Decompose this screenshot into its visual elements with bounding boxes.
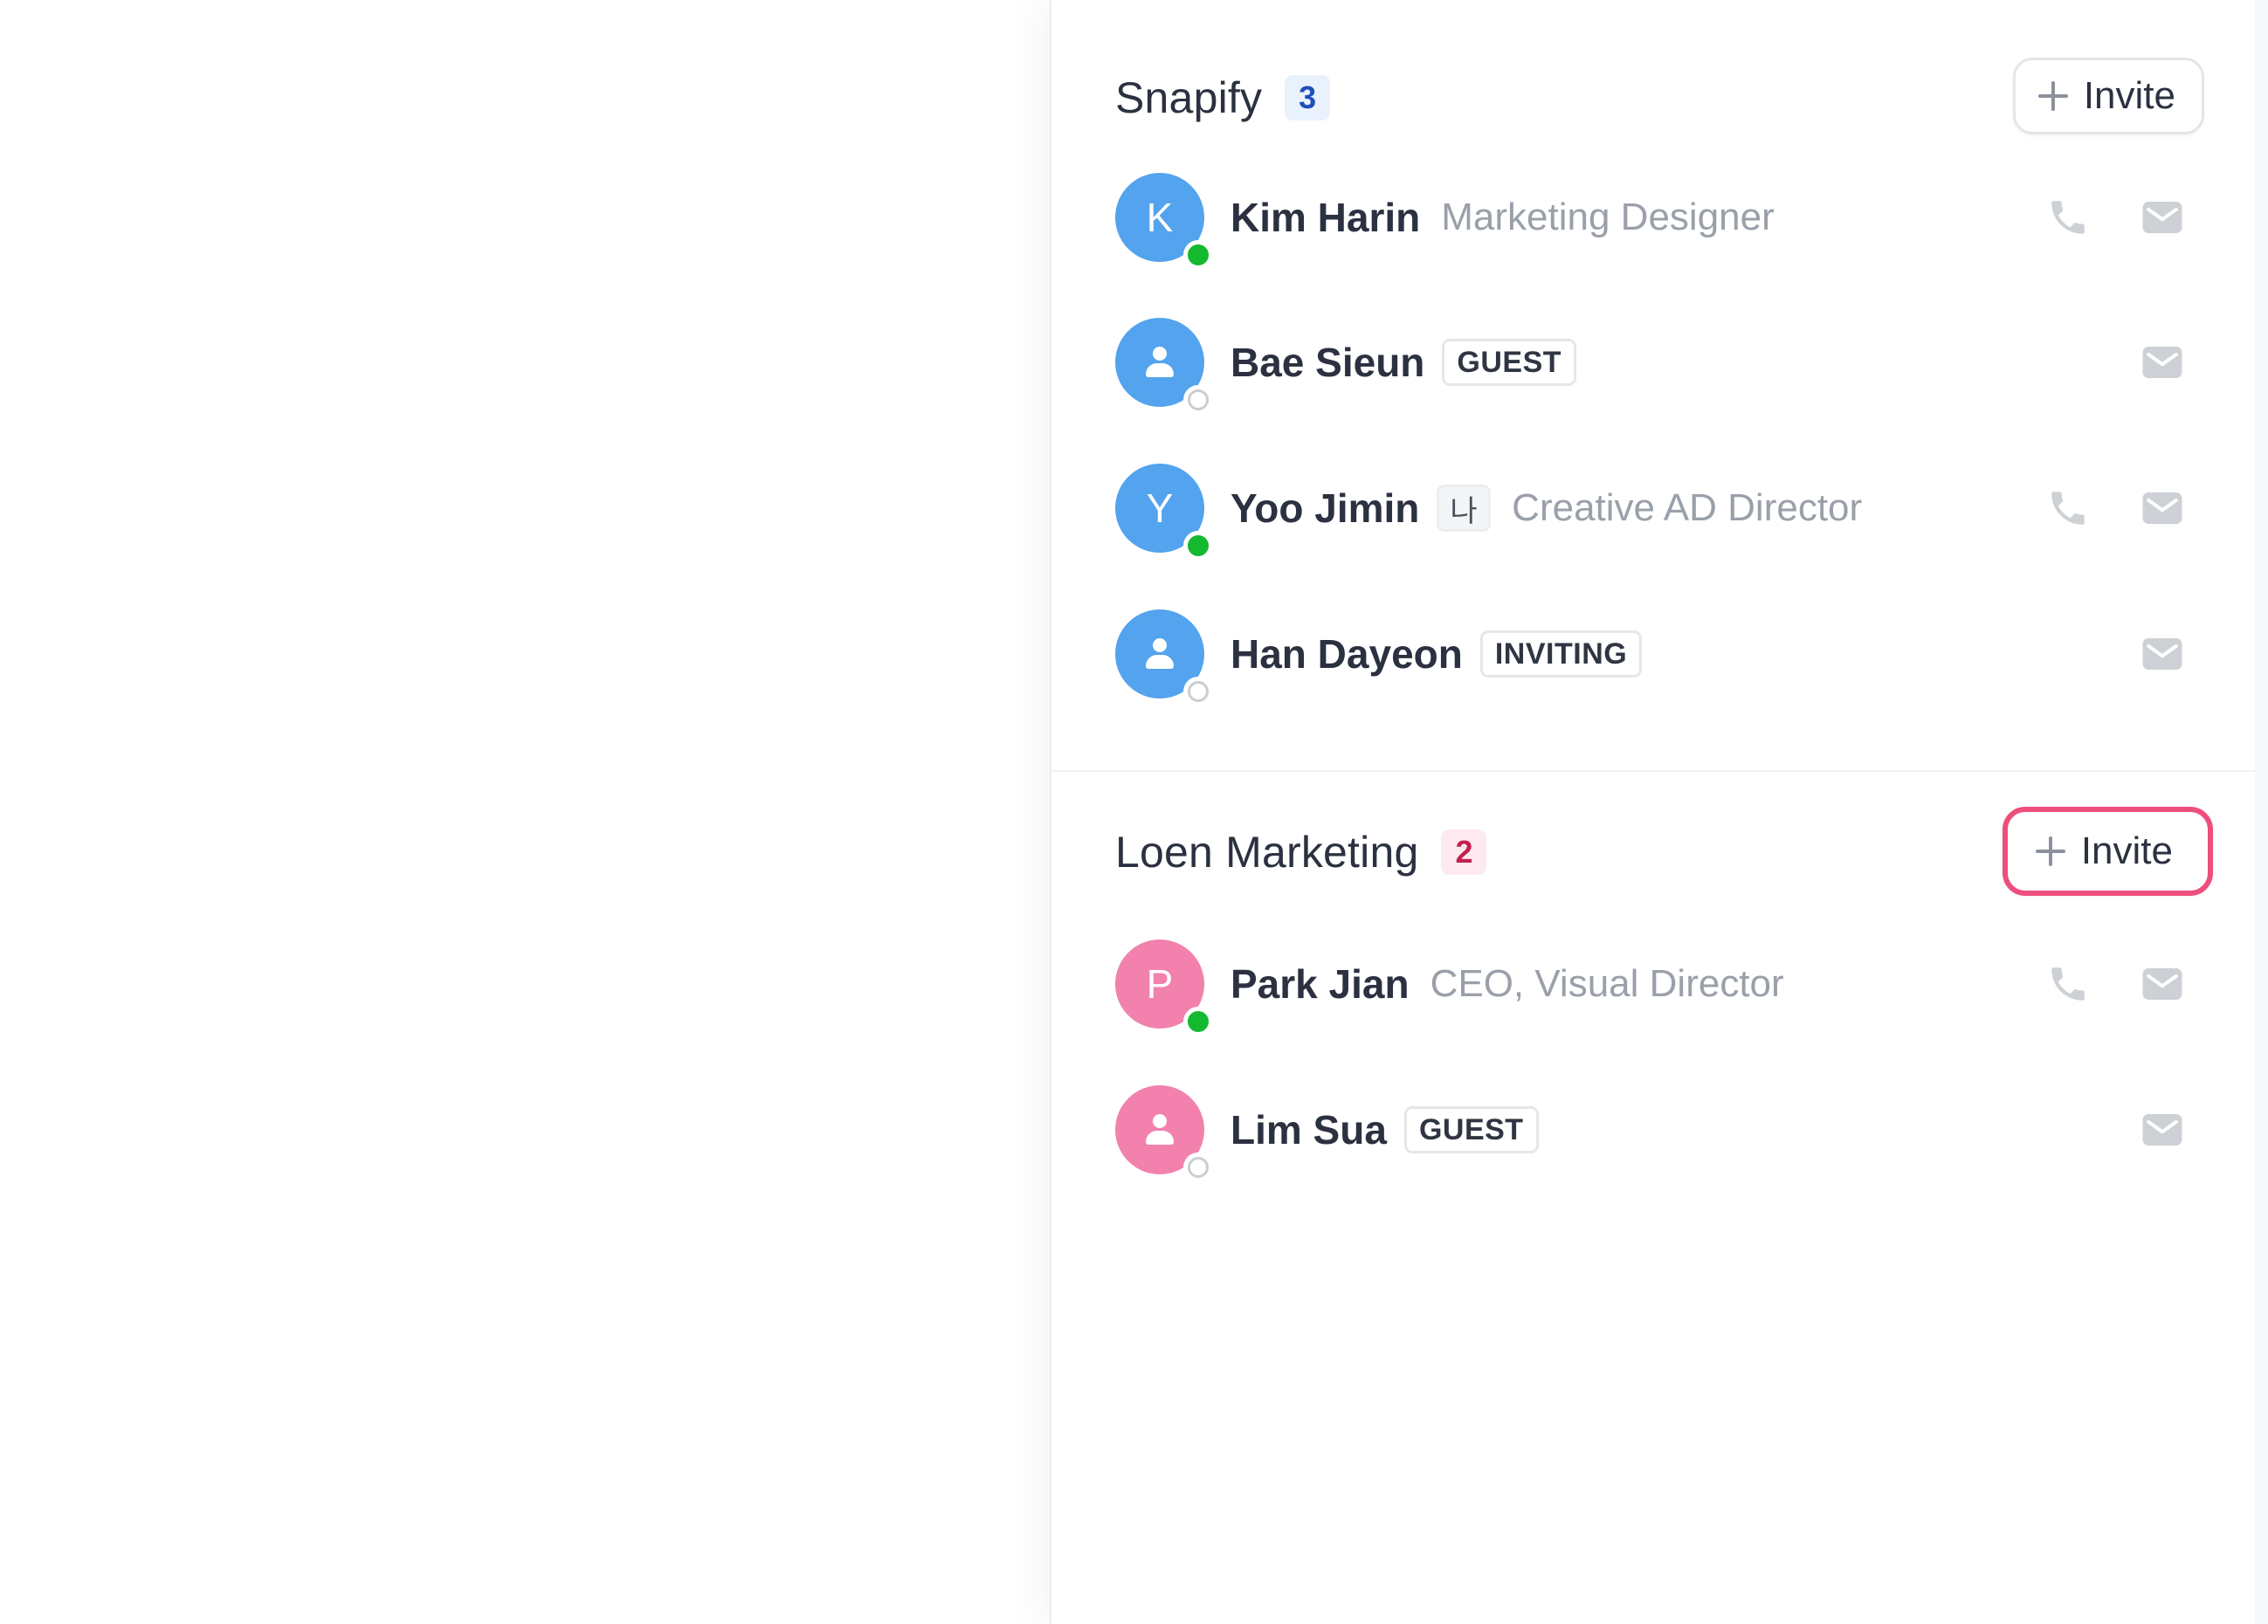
mail-icon[interactable] [2136,482,2189,534]
avatar-initial: K [1146,195,1174,240]
member-role: Creative AD Director [1512,486,1863,529]
team-section-snapify: Snapify 3 Invite K Kim Harin Marketing D… [1051,0,2257,772]
members-panel: Snapify 3 Invite K Kim Harin Marketing D… [1050,0,2257,1624]
offline-status-icon [1183,385,1213,415]
mail-icon[interactable] [2136,958,2189,1010]
avatar: Y [1115,464,1213,561]
invite-button[interactable]: Invite [2002,807,2213,896]
invite-button-label: Invite [2080,829,2173,872]
phone-icon[interactable] [2042,482,2094,534]
member-name: Yoo Jimin [1231,485,1420,531]
person-icon [1142,637,1177,671]
team-section-loen-marketing: Loen Marketing 2 Invite P Park Jian CEO,… [1051,774,2257,1624]
avatar: P [1115,939,1213,1036]
invite-button-label: Invite [2083,74,2175,117]
guest-badge: GUEST [1403,1106,1539,1153]
member-name: Lim Sua [1231,1107,1387,1153]
online-status-icon [1183,531,1213,561]
plus-icon [2035,836,2065,866]
team-name: Snapify [1115,73,1263,122]
member-row[interactable]: P Park Jian CEO, Visual Director [1115,936,2204,1036]
online-status-icon [1183,240,1213,270]
invite-button[interactable]: Invite [2012,58,2204,134]
member-name: Kim Harin [1231,195,1421,240]
member-row[interactable]: Y Yoo Jimin 나 Creative AD Director [1115,460,2204,561]
avatar [1115,1085,1213,1182]
member-actions [2000,460,2189,556]
member-row[interactable]: Lim Sua GUEST [1115,1082,2204,1182]
mail-icon[interactable] [2136,191,2189,244]
me-badge: 나 [1437,485,1492,532]
member-role: Marketing Designer [1441,196,1775,238]
mail-icon[interactable] [2136,628,2189,680]
member-actions [2094,1082,2189,1178]
avatar [1115,318,1213,415]
team-name: Loen Marketing [1115,828,1419,877]
member-actions [2000,169,2189,265]
phone-icon[interactable] [2042,191,2094,244]
member-row[interactable]: K Kim Harin Marketing Designer [1115,169,2204,270]
member-name: Bae Sieun [1231,340,1425,385]
avatar-initial: Y [1146,485,1174,531]
avatar-initial: P [1146,961,1174,1007]
avatar: K [1115,173,1213,270]
member-row[interactable]: Han Dayeon INVITING [1115,606,2204,706]
offline-status-icon [1183,677,1213,706]
empty-content-area [0,0,1050,1624]
avatar [1115,609,1213,706]
window-edge [2255,0,2268,1624]
member-name: Han Dayeon [1231,631,1463,677]
guest-badge: GUEST [1442,339,1577,386]
member-count-badge: 3 [1285,75,1331,120]
member-actions [2094,606,2189,702]
person-icon [1142,345,1177,380]
member-row[interactable]: Bae Sieun GUEST [1115,314,2204,415]
mail-icon[interactable] [2136,1104,2189,1156]
plus-icon [2037,81,2068,111]
online-status-icon [1183,1007,1213,1036]
member-count-badge: 2 [1441,829,1487,875]
team-header: Snapify 3 Invite [1115,54,2204,141]
member-actions [2000,936,2189,1032]
mail-icon[interactable] [2136,336,2189,389]
offline-status-icon [1183,1153,1213,1182]
person-icon [1142,1112,1177,1147]
member-actions [2094,314,2189,410]
inviting-badge: INVITING [1479,630,1643,678]
member-name: Park Jian [1231,961,1410,1007]
team-header: Loen Marketing 2 Invite [1115,807,2213,896]
member-role: CEO, Visual Director [1430,962,1784,1005]
phone-icon[interactable] [2042,958,2094,1010]
